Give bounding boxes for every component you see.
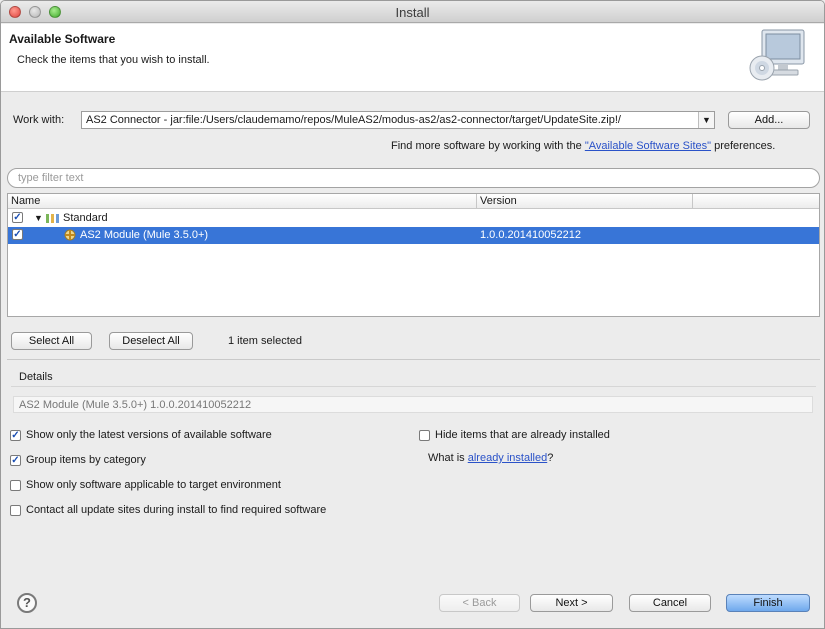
latest-versions-checkbox[interactable]: ✓ [10, 429, 21, 441]
option-label: Contact all update sites during install … [26, 504, 327, 516]
column-header-version[interactable]: Version [480, 195, 517, 207]
option-latest-versions[interactable]: ✓ Show only the latest versions of availa… [10, 429, 272, 441]
option-group-by-category[interactable]: ✓ Group items by category [10, 454, 146, 466]
finish-button[interactable]: Finish [726, 594, 810, 612]
target-environment-checkbox[interactable] [10, 479, 21, 491]
available-software-sites-link[interactable]: "Available Software Sites" [585, 140, 711, 152]
select-all-button[interactable]: Select All [11, 332, 92, 350]
cancel-button[interactable]: Cancel [629, 594, 711, 612]
option-hide-installed[interactable]: Hide items that are already installed [419, 429, 610, 441]
work-with-label: Work with: [13, 114, 65, 126]
page-subtitle: Check the items that you wish to install… [17, 54, 210, 66]
option-label: Show only the latest versions of availab… [26, 429, 272, 441]
group-by-category-checkbox[interactable]: ✓ [10, 454, 21, 466]
find-more-prefix: Find more software by working with the [391, 140, 585, 152]
find-more-text: Find more software by working with the "… [391, 140, 775, 152]
page-title: Available Software [9, 32, 116, 46]
row-name: Standard [63, 212, 108, 224]
chevron-down-icon[interactable]: ▼ [698, 112, 714, 128]
plugin-icon [64, 229, 76, 241]
column-divider[interactable] [692, 194, 693, 209]
help-icon[interactable]: ? [17, 593, 37, 613]
row-name: AS2 Module (Mule 3.5.0+) [80, 229, 209, 241]
next-button[interactable]: Next > [530, 594, 613, 612]
option-label: Show only software applicable to target … [26, 479, 281, 491]
option-contact-sites[interactable]: Contact all update sites during install … [10, 504, 326, 516]
details-label: Details [19, 371, 53, 383]
category-icon [46, 214, 59, 223]
add-site-button[interactable]: Add... [728, 111, 810, 129]
hide-installed-checkbox[interactable] [419, 429, 430, 441]
row-checkbox[interactable]: ✓ [12, 212, 23, 223]
column-divider[interactable] [476, 194, 477, 209]
window-title: Install [395, 5, 430, 20]
already-installed-link[interactable]: already installed [468, 452, 548, 464]
table-header: Name Version [8, 194, 819, 209]
expand-triangle-icon[interactable]: ▼ [34, 213, 43, 223]
row-checkbox[interactable]: ✓ [12, 229, 23, 240]
table-row-category[interactable]: ✓ ▼ Standard [8, 210, 819, 227]
divider [11, 386, 816, 387]
details-text: AS2 Module (Mule 3.5.0+) 1.0.0.201410052… [13, 396, 813, 413]
column-header-name[interactable]: Name [11, 195, 40, 207]
work-with-combo[interactable]: AS2 Connector - jar:file:/Users/claudema… [81, 111, 715, 129]
filter-input[interactable]: type filter text [7, 168, 820, 188]
what-is-suffix: ? [547, 452, 554, 464]
find-more-suffix: preferences. [711, 140, 776, 152]
option-target-environment[interactable]: Show only software applicable to target … [10, 479, 281, 491]
work-with-value: AS2 Connector - jar:file:/Users/claudema… [86, 114, 621, 126]
deselect-all-button[interactable]: Deselect All [109, 332, 193, 350]
table-row-selected[interactable]: ✓ AS2 Module (Mule 3.5.0+) 1.0.0.2014100… [8, 227, 819, 244]
option-label: Hide items that are already installed [435, 429, 610, 441]
contact-sites-checkbox[interactable] [10, 504, 21, 516]
install-dialog: Install Available Software Check the ite… [0, 0, 825, 629]
software-table: Name Version ✓ ▼ Standard ✓ AS2 Module (… [7, 193, 820, 317]
row-version: 1.0.0.201410052212 [480, 229, 581, 241]
divider [7, 359, 820, 360]
what-is-installed-text: What is already installed? [428, 452, 553, 464]
what-is-prefix: What is [428, 452, 468, 464]
dialog-header: Available Software Check the items that … [1, 24, 824, 92]
back-button[interactable]: < Back [439, 594, 520, 612]
selection-status: 1 item selected [228, 335, 302, 347]
option-label: Group items by category [26, 454, 146, 466]
computer-install-icon [749, 29, 805, 81]
title-bar: Install [1, 1, 824, 23]
